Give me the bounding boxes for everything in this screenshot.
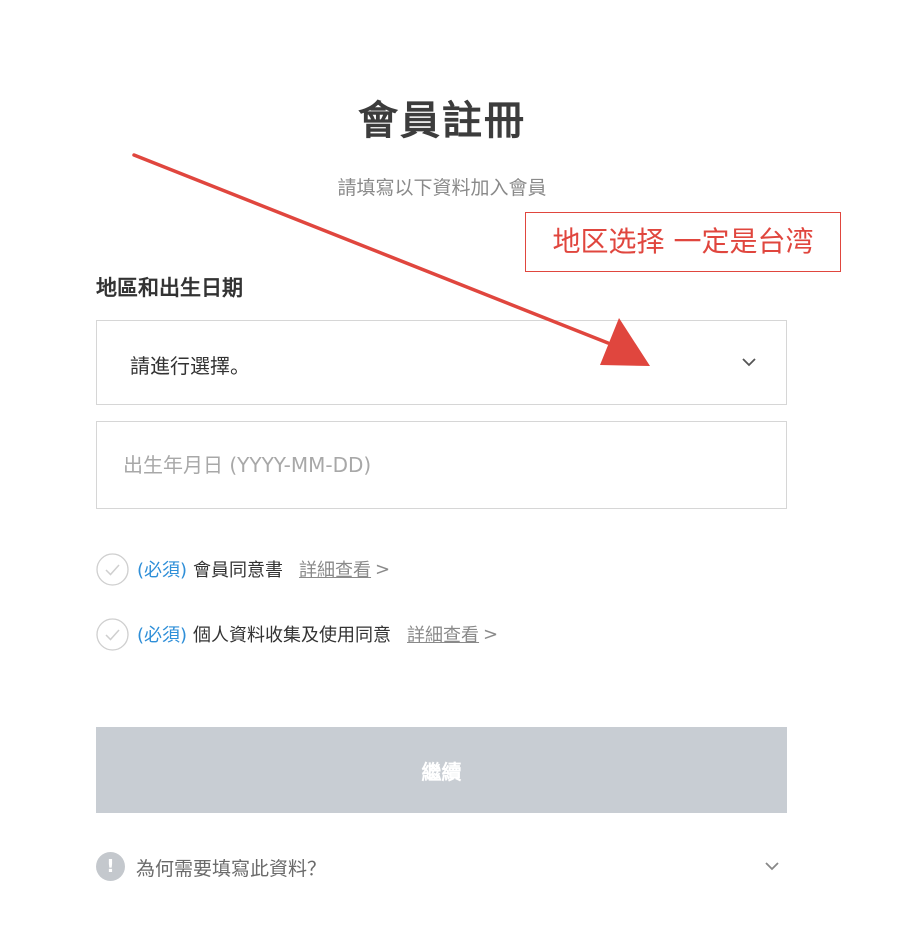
chevron-right-icon[interactable]: > bbox=[375, 559, 390, 580]
why-info-text: 為何需要填寫此資料？ bbox=[136, 858, 327, 880]
required-tag: (必須) bbox=[137, 625, 188, 646]
region-select[interactable]: 請進行選擇。 bbox=[96, 320, 787, 405]
continue-button[interactable]: 繼續 bbox=[96, 727, 787, 813]
required-tag: (必須) bbox=[137, 560, 188, 581]
view-details-link[interactable]: 詳細查看 bbox=[407, 621, 479, 647]
birthdate-input[interactable] bbox=[97, 422, 786, 508]
checkmark-circle-icon[interactable] bbox=[96, 617, 129, 651]
view-details-link[interactable]: 詳細查看 bbox=[299, 556, 371, 582]
section-label: 地區和出生日期 bbox=[96, 276, 243, 300]
chevron-down-icon bbox=[742, 358, 756, 367]
agreement-label: 個人資料收集及使用同意 bbox=[193, 625, 392, 646]
chevron-down-icon bbox=[765, 862, 779, 871]
agreement-label: 會員同意書 bbox=[193, 560, 284, 581]
why-info-row[interactable]: ! 為何需要填寫此資料？ bbox=[96, 850, 787, 882]
annotation-callout: 地区选择 一定是台湾 bbox=[525, 212, 841, 272]
birthdate-field bbox=[96, 421, 787, 509]
agreement-row-privacy: (必須) 個人資料收集及使用同意 詳細查看 > bbox=[96, 617, 498, 651]
page-subtitle: 請填寫以下資料加入會員 bbox=[337, 177, 547, 199]
checkmark-circle-icon[interactable] bbox=[96, 552, 129, 586]
info-icon: ! bbox=[96, 852, 125, 881]
agreement-row-terms: (必須) 會員同意書 詳細查看 > bbox=[96, 552, 390, 586]
chevron-right-icon[interactable]: > bbox=[483, 624, 498, 645]
region-select-value: 請進行選擇。 bbox=[130, 354, 250, 378]
page-title: 會員註冊 bbox=[358, 98, 526, 144]
